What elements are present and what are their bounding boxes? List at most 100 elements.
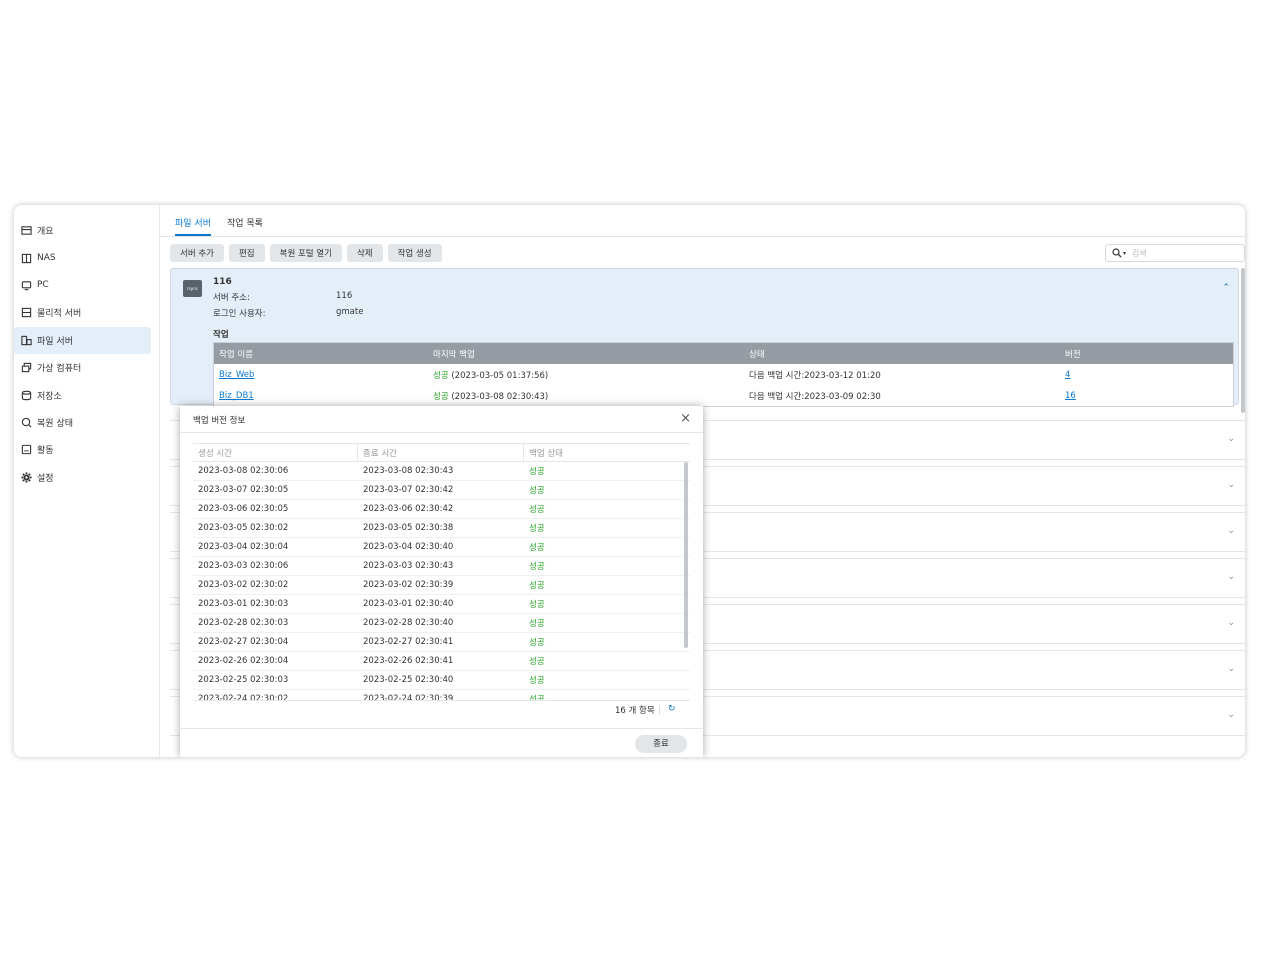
table-row[interactable]: 2023-02-24 02:30:02 2023-02-24 02:30:39 성공 bbox=[193, 690, 690, 700]
last-backup-time: (2023-03-08 02:30:43) bbox=[451, 391, 549, 402]
sidebar-item-label: 복원 상태 bbox=[37, 418, 73, 429]
table-row[interactable]: 2023-02-25 02:30:03 2023-02-25 02:30:40 성공 bbox=[193, 671, 690, 690]
main-scrollbar[interactable] bbox=[1241, 268, 1245, 413]
column-header: 상태 bbox=[749, 349, 765, 360]
chevron-down-icon[interactable]: ⌄ bbox=[1227, 664, 1235, 674]
close-icon[interactable]: × bbox=[680, 411, 691, 426]
close-button[interactable]: 종료 bbox=[635, 735, 687, 753]
created-time: 2023-03-04 02:30:04 bbox=[198, 542, 289, 552]
end-time: 2023-03-03 02:30:43 bbox=[363, 561, 454, 571]
sidebar-item-label: 물리적 서버 bbox=[37, 309, 82, 320]
chevron-down-icon[interactable]: ⌄ bbox=[1227, 526, 1235, 536]
table-row[interactable]: 2023-02-28 02:30:03 2023-02-28 02:30:40 성공 bbox=[193, 614, 690, 633]
end-time: 2023-03-05 02:30:38 bbox=[363, 523, 454, 533]
next-backup-time: 다음 백업 시간:2023-03-09 02:30 bbox=[749, 391, 881, 402]
status-badge: 성공 bbox=[433, 370, 449, 381]
versions-scrollbar[interactable] bbox=[684, 462, 688, 648]
task-name-link[interactable]: Biz_Web bbox=[219, 370, 254, 380]
column-header[interactable]: 생성 시간 bbox=[193, 444, 358, 461]
table-row[interactable]: 2023-02-26 02:30:04 2023-02-26 02:30:41 성공 bbox=[193, 652, 690, 671]
column-header: 버전 bbox=[1065, 349, 1081, 360]
end-time: 2023-02-26 02:30:41 bbox=[363, 656, 454, 666]
sidebar-item-nas[interactable]: NAS bbox=[14, 244, 151, 271]
storage-icon bbox=[20, 389, 32, 401]
created-time: 2023-02-24 02:30:02 bbox=[198, 694, 289, 700]
search-icon[interactable]: ▾ bbox=[1112, 248, 1126, 258]
status-badge: 성공 bbox=[433, 391, 449, 402]
end-time: 2023-03-04 02:30:40 bbox=[363, 542, 454, 552]
sidebar-item-pc[interactable]: PC bbox=[14, 272, 151, 299]
delete-button[interactable]: 삭제 bbox=[346, 244, 383, 262]
table-row[interactable]: 2023-03-05 02:30:02 2023-03-05 02:30:38 성공 bbox=[193, 519, 690, 538]
tasks-table: 작업 이름 마지막 백업 상태 버전 Biz_Web 성공 (2023-03-0… bbox=[213, 342, 1234, 407]
rsync-logo: rsync bbox=[183, 280, 202, 297]
column-header[interactable]: 백업 상태 bbox=[524, 447, 690, 459]
version-count-link[interactable]: 16 bbox=[1065, 391, 1076, 401]
search-input[interactable]: ▾ 검색 bbox=[1105, 244, 1245, 262]
table-row[interactable]: 2023-03-01 02:30:03 2023-03-01 02:30:40 성공 bbox=[193, 595, 690, 614]
nas-icon bbox=[20, 252, 32, 264]
created-time: 2023-03-01 02:30:03 bbox=[198, 599, 289, 609]
table-row[interactable]: Biz_DB1 성공 (2023-03-08 02:30:43) 다음 백업 시… bbox=[214, 385, 1233, 406]
version-count-link[interactable]: 4 bbox=[1065, 370, 1070, 380]
toolbar: 서버 추가 편집 복원 포털 열기 삭제 작업 생성 bbox=[170, 244, 442, 262]
sidebar-item-restore-status[interactable]: 복원 상태 bbox=[14, 409, 151, 436]
chevron-down-icon[interactable]: ⌄ bbox=[1227, 710, 1235, 720]
add-server-button[interactable]: 서버 추가 bbox=[170, 244, 224, 262]
table-row[interactable]: 2023-03-04 02:30:04 2023-03-04 02:30:40 성공 bbox=[193, 538, 690, 557]
status-badge: 성공 bbox=[529, 581, 545, 591]
tasks-section-title: 작업 bbox=[213, 330, 229, 340]
open-restore-portal-button[interactable]: 복원 포털 열기 bbox=[269, 244, 342, 262]
next-backup-time: 다음 백업 시간:2023-03-12 01:20 bbox=[749, 370, 881, 381]
task-name-link[interactable]: Biz_DB1 bbox=[219, 391, 254, 401]
created-time: 2023-03-06 02:30:05 bbox=[198, 504, 289, 514]
chevron-down-icon[interactable]: ⌄ bbox=[1227, 572, 1235, 582]
status-badge: 성공 bbox=[529, 638, 545, 648]
column-header[interactable]: 종료 시간 bbox=[358, 444, 524, 461]
sidebar-item-storage[interactable]: 저장소 bbox=[14, 381, 151, 408]
created-time: 2023-03-05 02:30:02 bbox=[198, 523, 289, 533]
sidebar-item-activity[interactable]: 활동 bbox=[14, 436, 151, 463]
created-time: 2023-03-03 02:30:06 bbox=[198, 561, 289, 571]
chevron-down-icon[interactable]: ⌄ bbox=[1227, 618, 1235, 628]
footer-separator bbox=[659, 705, 660, 715]
login-user-row: 로그인 사용자: gmate bbox=[213, 307, 363, 319]
chevron-up-icon[interactable]: ⌃ bbox=[1222, 283, 1230, 293]
chevron-down-icon[interactable]: ⌄ bbox=[1227, 480, 1235, 490]
create-task-button[interactable]: 작업 생성 bbox=[387, 244, 442, 262]
vm-icon bbox=[20, 362, 32, 374]
table-row[interactable]: Biz_Web 성공 (2023-03-05 01:37:56) 다음 백업 시… bbox=[214, 364, 1233, 385]
status-badge: 성공 bbox=[529, 524, 545, 534]
sidebar-item-physical-server[interactable]: 물리적 서버 bbox=[14, 299, 151, 326]
item-count: 16 개 항목 bbox=[615, 706, 655, 716]
created-time: 2023-02-26 02:30:04 bbox=[198, 656, 289, 666]
table-row[interactable]: 2023-03-06 02:30:05 2023-03-06 02:30:42 성공 bbox=[193, 500, 690, 519]
table-row[interactable]: 2023-03-08 02:30:06 2023-03-08 02:30:43 성공 bbox=[193, 462, 690, 481]
status-badge: 성공 bbox=[529, 676, 545, 686]
sidebar-item-overview[interactable]: 개요 bbox=[14, 217, 151, 244]
tab-task-list[interactable]: 작업 목록 bbox=[227, 216, 263, 236]
status-badge: 성공 bbox=[529, 619, 545, 629]
table-row[interactable]: 2023-03-07 02:30:05 2023-03-07 02:30:42 성공 bbox=[193, 481, 690, 500]
sidebar-item-vm[interactable]: 가상 컴퓨터 bbox=[14, 354, 151, 381]
status-badge: 성공 bbox=[529, 600, 545, 610]
table-row[interactable]: 2023-03-02 02:30:02 2023-03-02 02:30:39 성공 bbox=[193, 576, 690, 595]
status-badge: 성공 bbox=[529, 467, 545, 477]
tab-bar: 파일 서버 작업 목록 bbox=[175, 216, 263, 236]
chevron-down-icon[interactable]: ⌄ bbox=[1227, 434, 1235, 444]
status-badge: 성공 bbox=[529, 562, 545, 572]
sidebar-item-label: 가상 컴퓨터 bbox=[37, 364, 82, 375]
dialog-divider bbox=[180, 432, 703, 433]
table-footer-divider bbox=[193, 700, 690, 701]
end-time: 2023-02-27 02:30:41 bbox=[363, 637, 454, 647]
table-row[interactable]: 2023-02-27 02:30:04 2023-02-27 02:30:41 성공 bbox=[193, 633, 690, 652]
edit-button[interactable]: 편집 bbox=[228, 244, 265, 262]
refresh-icon[interactable]: ↻ bbox=[668, 704, 676, 714]
tab-file-server[interactable]: 파일 서버 bbox=[175, 216, 211, 236]
sidebar-item-settings[interactable]: 설정 bbox=[14, 464, 151, 491]
table-row[interactable]: 2023-03-03 02:30:06 2023-03-03 02:30:43 성공 bbox=[193, 557, 690, 576]
sidebar-item-file-server[interactable]: 파일 서버 bbox=[14, 326, 151, 354]
chevron-down-icon: ▾ bbox=[1123, 249, 1127, 257]
versions-table-header: 생성 시간 종료 시간 백업 상태 bbox=[193, 444, 690, 462]
end-time: 2023-02-28 02:30:40 bbox=[363, 618, 454, 628]
